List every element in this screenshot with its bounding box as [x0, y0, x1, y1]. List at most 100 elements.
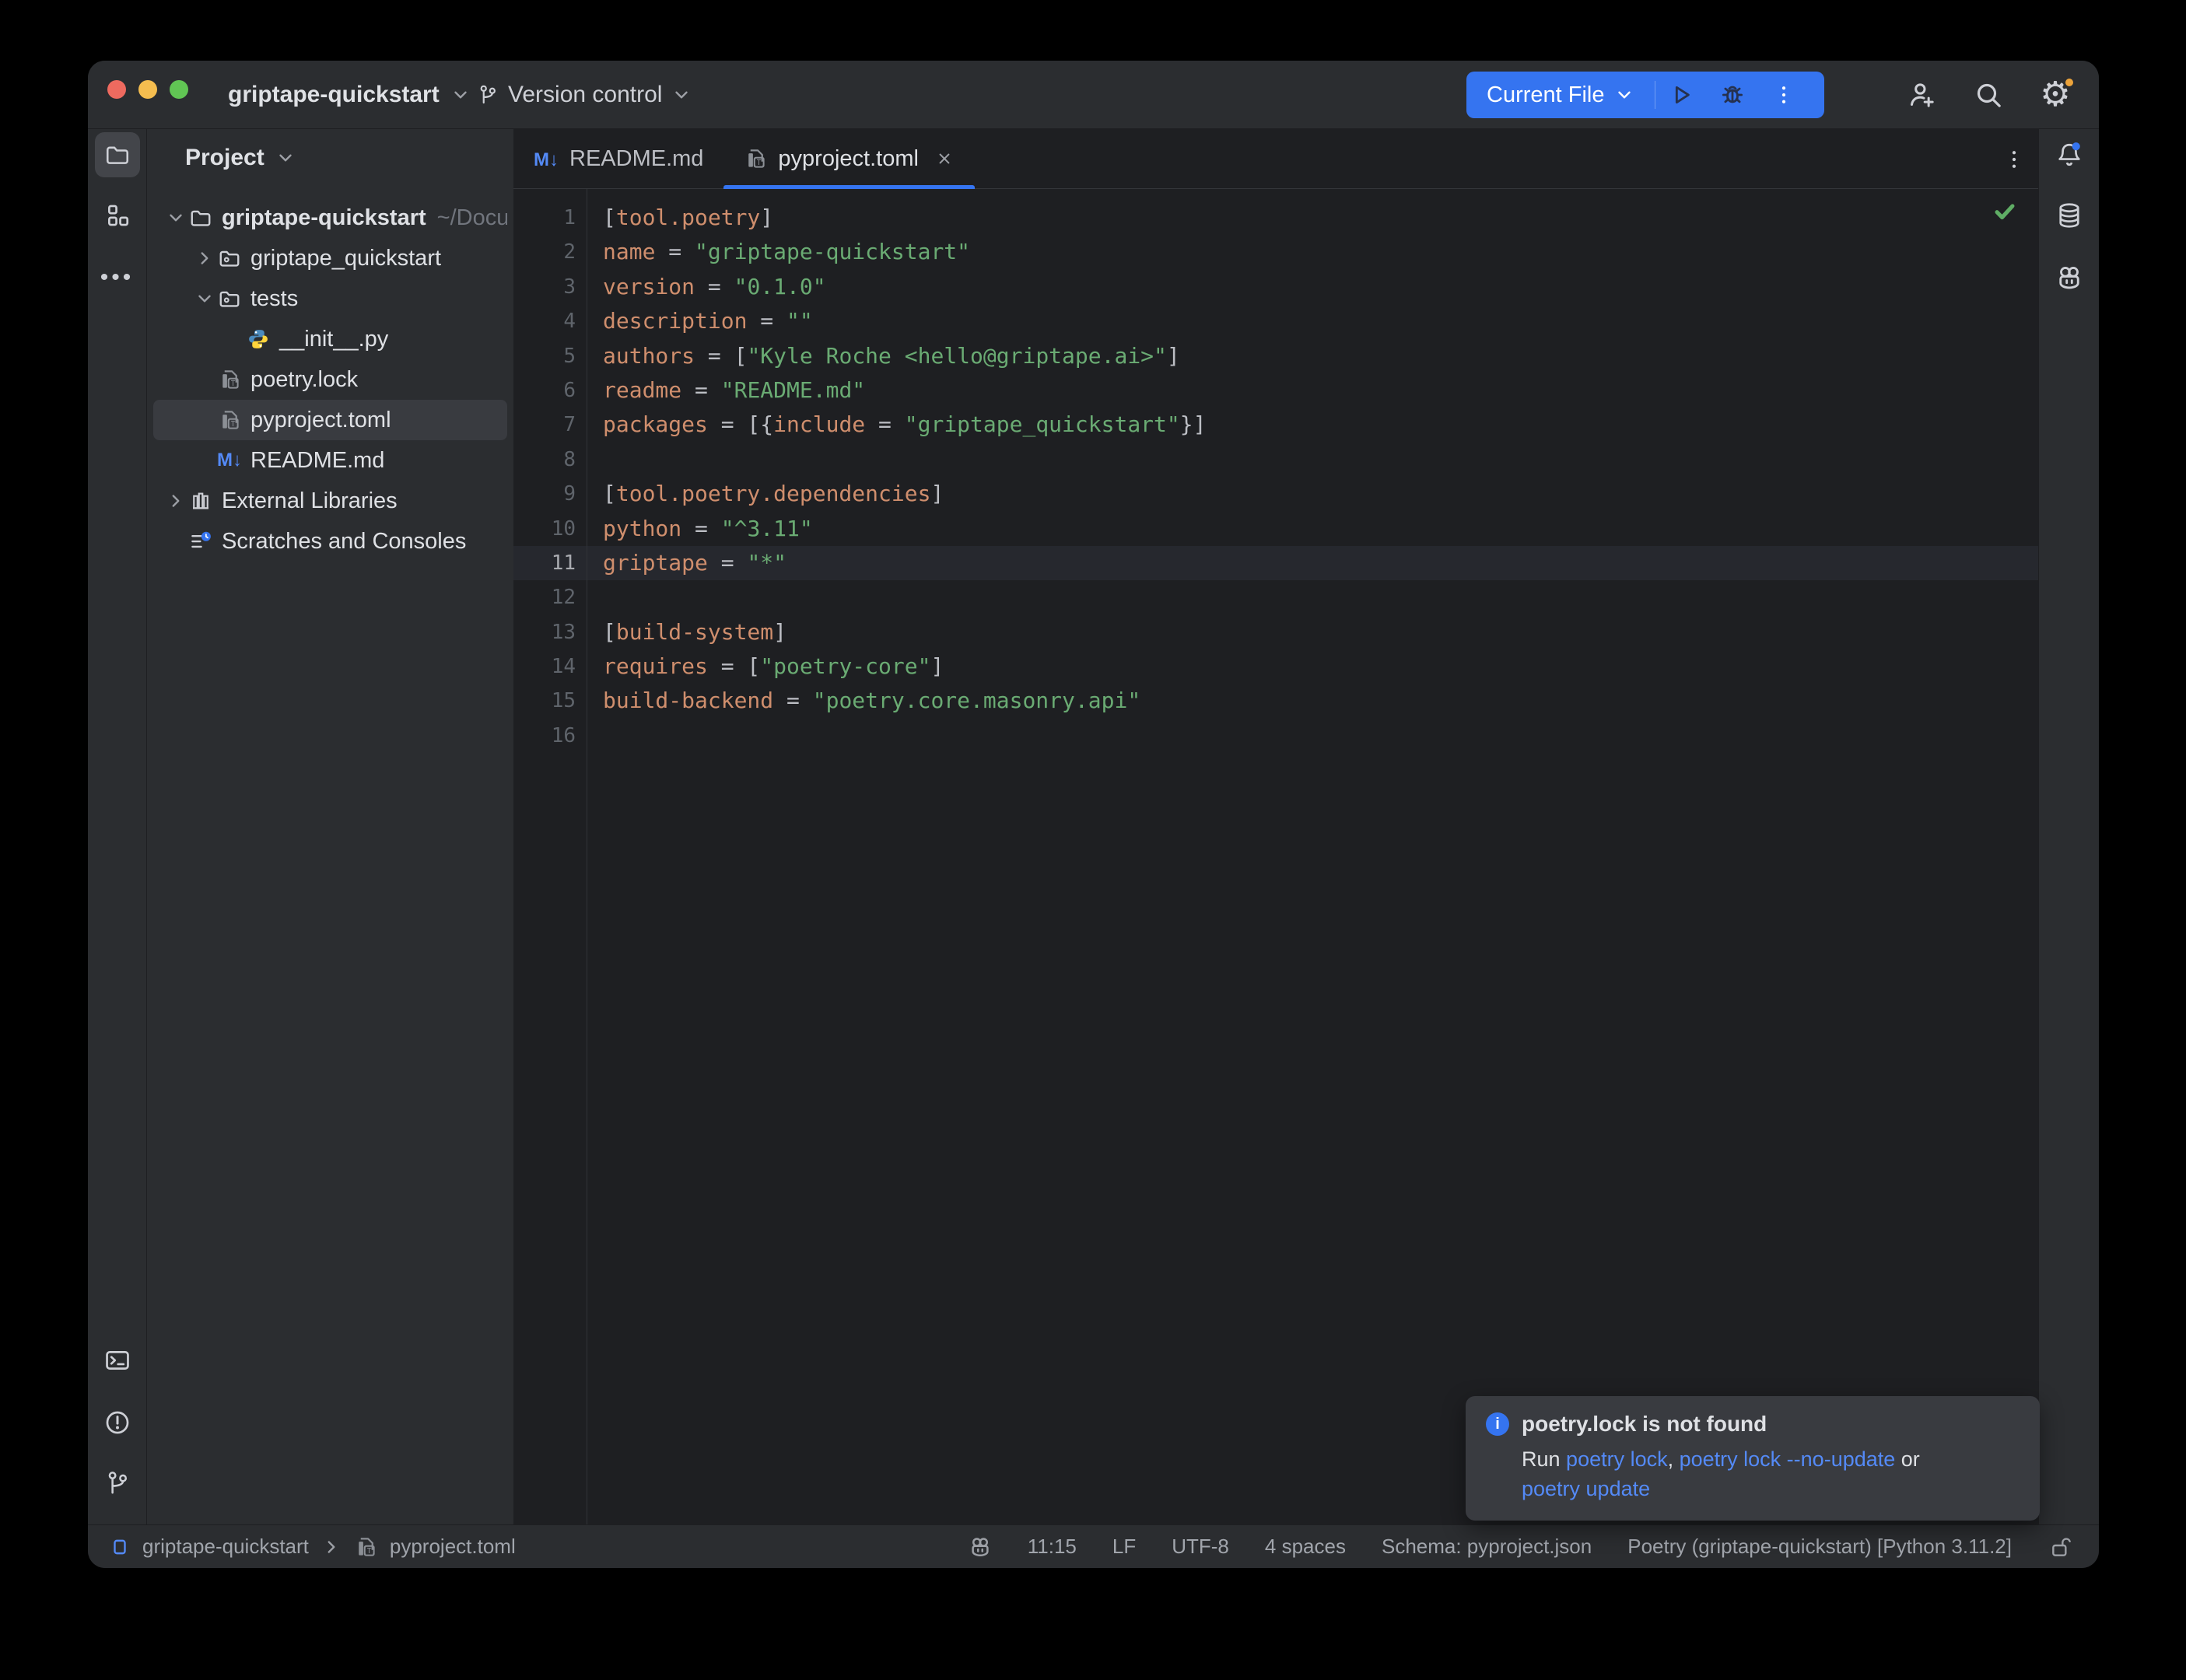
tree-item-pyproject-toml[interactable]: [T]pyproject.toml	[153, 400, 507, 440]
code-line-13[interactable]: 13[build-system]	[513, 615, 2038, 649]
run-configuration-selector[interactable]: Current File	[1466, 82, 1655, 108]
code-line-14[interactable]: 14requires = ["poetry-core"]	[513, 649, 2038, 684]
tree-item-scratches[interactable]: Scratches and Consoles	[153, 521, 507, 562]
run-button[interactable]	[1655, 72, 1707, 118]
notification-link[interactable]: poetry lock	[1566, 1447, 1668, 1471]
svg-text:[T]: [T]	[753, 159, 766, 167]
code-line-16[interactable]: 16	[513, 719, 2038, 753]
tree-item-label: poetry.lock	[250, 367, 358, 393]
tree-item-griptape-quickstart-pkg[interactable]: griptape_quickstart	[153, 238, 507, 278]
toml-string: "griptape-quickstart"	[695, 239, 970, 264]
minimize-window-button[interactable]	[138, 80, 157, 99]
git-tool-window-button[interactable]	[95, 1461, 140, 1506]
code-line-2[interactable]: 2name = "griptape-quickstart"	[513, 235, 2038, 269]
tree-item-readme-md[interactable]: M↓README.md	[153, 440, 507, 481]
close-icon[interactable]	[934, 149, 955, 169]
toml-punctuation: = [{	[708, 411, 773, 437]
code-line-6[interactable]: 6readme = "README.md"	[513, 373, 2038, 408]
more-tool-windows-button[interactable]: •••	[95, 255, 140, 300]
toml-icon: [T]	[744, 147, 767, 170]
code-line-9[interactable]: 9[tool.poetry.dependencies]	[513, 477, 2038, 511]
breadcrumb-project[interactable]: griptape-quickstart	[142, 1535, 309, 1559]
toml-punctuation: =	[747, 308, 786, 334]
chevron-down-icon[interactable]	[164, 208, 187, 228]
python-interpreter[interactable]: Poetry (griptape-quickstart) [Python 3.1…	[1627, 1535, 2012, 1559]
code-with-me-button[interactable]	[1901, 75, 1942, 115]
toml-punctuation: [	[603, 205, 616, 230]
toml-punctuation: [	[603, 619, 616, 645]
code-line-7[interactable]: 7packages = [{include = "griptape_quicks…	[513, 408, 2038, 442]
zoom-window-button[interactable]	[170, 80, 188, 99]
ai-assistant-button[interactable]	[2047, 255, 2092, 300]
tree-item-init-py[interactable]: __init__.py	[153, 319, 507, 359]
code-line-10[interactable]: 10python = "^3.11"	[513, 512, 2038, 546]
tab-pyproject[interactable]: [T]pyproject.toml	[723, 129, 975, 188]
chevron-right-icon[interactable]	[193, 248, 216, 268]
code-line-8[interactable]: 8	[513, 443, 2038, 477]
project-widget[interactable]: griptape-quickstart	[228, 61, 471, 129]
toml-punctuation: ]	[760, 205, 773, 230]
ide-window: griptape-quickstart Version control Curr…	[88, 61, 2099, 1568]
caret-position[interactable]: 11:15	[1028, 1535, 1077, 1559]
notification-text: or	[1895, 1447, 1920, 1471]
project-tool-window-button[interactable]	[95, 132, 140, 177]
indent-style[interactable]: 4 spaces	[1265, 1535, 1346, 1559]
tree-item-external-libraries[interactable]: External Libraries	[153, 481, 507, 521]
tree-item-label: griptape-quickstart	[222, 205, 426, 231]
notification-text: ,	[1668, 1447, 1680, 1471]
notification-link[interactable]: poetry lock --no-update	[1680, 1447, 1896, 1471]
project-icon	[110, 1537, 130, 1557]
code-line-11[interactable]: 11griptape = "*"	[513, 546, 2038, 580]
tab-options-button[interactable]	[2002, 129, 2026, 189]
json-schema[interactable]: Schema: pyproject.json	[1382, 1535, 1592, 1559]
tree-item-root[interactable]: griptape-quickstart~/Docume	[153, 198, 507, 238]
svg-text:[T]: [T]	[226, 420, 240, 429]
toml-key: description	[603, 308, 747, 334]
notifications-button[interactable]	[2047, 132, 2092, 177]
settings-button[interactable]: ⚙	[2035, 75, 2076, 115]
toml-punctuation: = [	[695, 343, 747, 369]
search-everywhere-button[interactable]	[1968, 75, 2009, 115]
toml-punctuation: [	[603, 481, 616, 506]
toml-string: "griptape_quickstart"	[905, 411, 1180, 437]
line-separator[interactable]: LF	[1112, 1535, 1136, 1559]
tree-item-poetry-lock[interactable]: [T]poetry.lock	[153, 359, 507, 400]
terminal-tool-window-button[interactable]	[95, 1338, 140, 1383]
tab-readme[interactable]: M↓README.md	[513, 129, 723, 188]
lock-icon[interactable]	[2048, 1535, 2072, 1559]
close-window-button[interactable]	[107, 80, 126, 99]
toml-key: include	[773, 411, 865, 437]
code-line-15[interactable]: 15build-backend = "poetry.core.masonry.a…	[513, 684, 2038, 718]
folder-module-icon	[216, 247, 243, 270]
breadcrumb-file[interactable]: pyproject.toml	[390, 1535, 516, 1559]
line-number: 10	[513, 512, 576, 546]
problems-tool-window-button[interactable]	[95, 1400, 140, 1445]
code-line-1[interactable]: 1[tool.poetry]	[513, 201, 2038, 235]
vcs-widget[interactable]: Version control	[477, 61, 692, 129]
toml-punctuation: ]	[930, 481, 944, 506]
project-widget-label: griptape-quickstart	[228, 82, 440, 108]
chevron-down-icon	[1614, 85, 1634, 105]
line-number: 8	[513, 443, 576, 477]
tree-item-tests[interactable]: tests	[153, 278, 507, 319]
database-tool-window-button[interactable]	[2047, 193, 2092, 238]
code-line-4[interactable]: 4description = ""	[513, 304, 2038, 338]
chevron-down-icon[interactable]	[193, 289, 216, 309]
chevron-right-icon[interactable]	[164, 491, 187, 511]
debug-button[interactable]	[1707, 72, 1758, 118]
code-editor[interactable]: 1[tool.poetry]2name = "griptape-quicksta…	[513, 189, 2038, 1524]
code-line-12[interactable]: 12	[513, 580, 2038, 614]
code-line-3[interactable]: 3version = "0.1.0"	[513, 270, 2038, 304]
structure-tool-window-button[interactable]	[95, 193, 140, 238]
toml-punctuation: =	[695, 274, 734, 299]
inspections-passed-icon[interactable]	[1992, 198, 2018, 225]
code-line-5[interactable]: 5authors = ["Kyle Roche <hello@griptape.…	[513, 339, 2038, 373]
ai-assistant-status-icon[interactable]	[969, 1535, 992, 1559]
notification-link[interactable]: poetry update	[1522, 1477, 1650, 1500]
toml-string: "README.md"	[721, 377, 865, 403]
file-encoding[interactable]: UTF-8	[1172, 1535, 1229, 1559]
editor-tab-bar: M↓README.md[T]pyproject.toml	[513, 129, 2038, 189]
project-panel-header[interactable]: Project	[147, 129, 513, 187]
project-panel-title: Project	[185, 145, 264, 171]
run-more-button[interactable]	[1758, 72, 1809, 118]
